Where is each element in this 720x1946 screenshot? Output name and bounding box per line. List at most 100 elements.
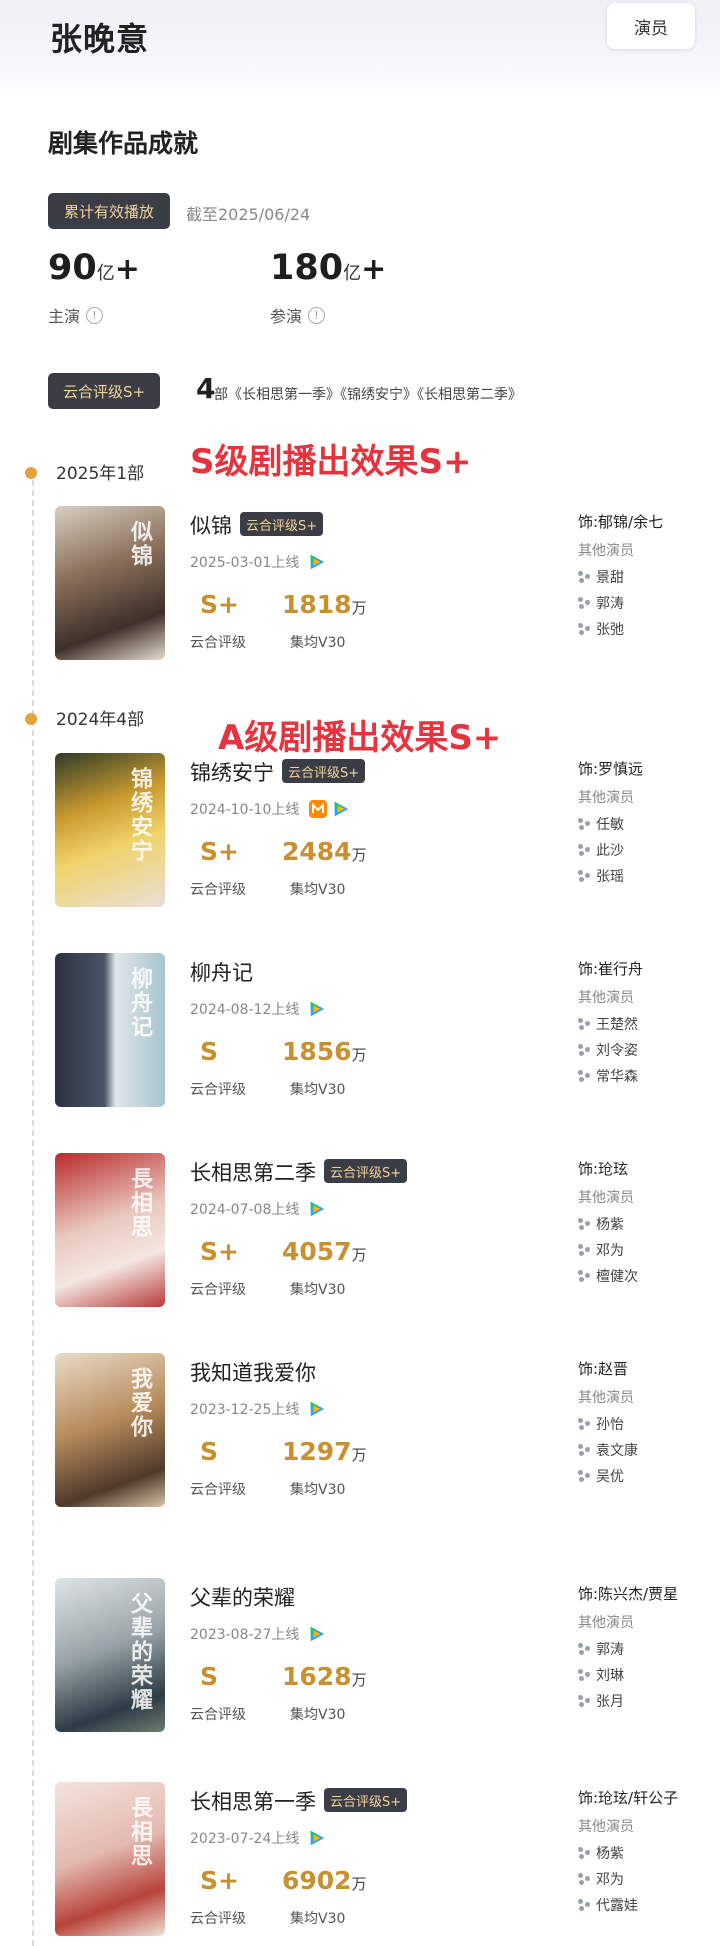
actor-link-icon [578, 1643, 590, 1655]
grade-label: 云合评级 [190, 1282, 246, 1298]
drama-card[interactable]: 父辈的荣耀 父辈的荣耀 2023-08-27上线 S 1628万 云合评级 集均V30 饰:陈… [0, 1578, 720, 1738]
release-date: 2023-07-24上线 [190, 1831, 300, 1847]
other-actor[interactable]: 孙怡 [578, 1414, 624, 1434]
other-actor[interactable]: 吴优 [578, 1466, 624, 1486]
other-actor[interactable]: 代露娃 [578, 1895, 638, 1915]
actor-name: 袁文康 [596, 1443, 638, 1459]
actor-link-icon [578, 623, 590, 635]
drama-card[interactable]: 锦绣安宁 锦绣安宁 云合评级S+ 2024-10-10上线 S+ 2484万 云合评级 集均V… [0, 753, 720, 913]
other-actor[interactable]: 檀健次 [578, 1266, 638, 1286]
avg-v30-value: 1628万 [282, 1662, 367, 1691]
grade-label: 云合评级 [190, 1707, 246, 1723]
drama-title[interactable]: 柳舟记 [190, 957, 253, 987]
other-actor[interactable]: 常华森 [578, 1066, 638, 1086]
tencent-icon[interactable] [308, 1200, 326, 1218]
tencent-icon[interactable] [332, 800, 350, 818]
rating-grade: S [200, 1662, 219, 1691]
avg-v30-number: 2484 [282, 837, 352, 866]
avg-v30-label: 集均V30 [290, 1482, 346, 1498]
drama-poster[interactable]: 似锦 [55, 506, 165, 660]
tencent-icon[interactable] [308, 1829, 326, 1847]
other-actor[interactable]: 邓为 [578, 1869, 624, 1889]
drama-title[interactable]: 似锦 [190, 510, 232, 540]
rating-count-unit: 部 [214, 387, 228, 403]
info-icon[interactable]: ! [308, 306, 326, 324]
actor-link-icon [578, 1044, 590, 1056]
info-icon[interactable]: ! [86, 306, 104, 324]
year-label-2024: 2024年4部 [56, 710, 145, 730]
drama-title[interactable]: 锦绣安宁 [190, 757, 274, 787]
other-actor[interactable]: 刘令姿 [578, 1040, 638, 1060]
actor-name: 张瑶 [596, 869, 624, 885]
other-actor[interactable]: 郭涛 [578, 593, 624, 613]
other-actor[interactable]: 张弛 [578, 619, 624, 639]
drama-card[interactable]: 似锦 似锦 云合评级S+ 2025-03-01上线 S+ 1818万 云合评级 集均V30 饰:… [0, 506, 720, 666]
other-actor[interactable]: 郭涛 [578, 1639, 624, 1659]
other-actor[interactable]: 袁文康 [578, 1440, 638, 1460]
other-actor[interactable]: 张瑶 [578, 866, 624, 886]
drama-title[interactable]: 我知道我爱你 [190, 1357, 316, 1387]
avg-v30-label: 集均V30 [290, 1911, 346, 1927]
drama-poster[interactable]: 柳舟记 [55, 953, 165, 1107]
other-actor[interactable]: 张月 [578, 1691, 624, 1711]
other-actor[interactable]: 杨紫 [578, 1843, 624, 1863]
drama-poster[interactable]: 長相思 [55, 1782, 165, 1936]
actor-link-icon [578, 1244, 590, 1256]
drama-poster[interactable]: 長相思 [55, 1153, 165, 1307]
mango-icon[interactable] [308, 799, 328, 819]
other-actor[interactable]: 刘琳 [578, 1665, 624, 1685]
avg-v30-value: 1297万 [282, 1437, 367, 1466]
avg-v30-unit: 万 [351, 1875, 367, 1893]
drama-title[interactable]: 长相思第一季 [190, 1786, 316, 1816]
lead-play-unit: 亿 [96, 263, 115, 284]
other-actor[interactable]: 此沙 [578, 840, 624, 860]
support-play-value: 180 [270, 248, 344, 288]
tencent-icon[interactable] [308, 1000, 326, 1018]
drama-title[interactable]: 父辈的荣耀 [190, 1582, 295, 1612]
rating-titles: 部《长相思第一季》《锦绣安宁》《长相思第二季》 [214, 384, 522, 404]
grade-label: 云合评级 [190, 1911, 246, 1927]
actor-link-icon [578, 1018, 590, 1030]
actor-link-icon [578, 1070, 590, 1082]
role-name: 饰:玱玹 [578, 1160, 629, 1178]
tencent-icon[interactable] [308, 1625, 326, 1643]
actor-link-icon [578, 1873, 590, 1885]
annotation-2025: S级剧播出效果S+ [190, 442, 472, 482]
lead-label-text: 主演 [48, 307, 81, 326]
drama-poster[interactable]: 父辈的荣耀 [55, 1578, 165, 1732]
section-title: 剧集作品成就 [48, 129, 199, 158]
drama-card[interactable]: 長相思 长相思第二季 云合评级S+ 2024-07-08上线 S+ 4057万 云合评级 集均… [0, 1153, 720, 1313]
support-play-label: 参演 ! [270, 303, 326, 327]
drama-card[interactable]: 長相思 长相思第一季 云合评级S+ 2023-07-24上线 S+ 6902万 云合评级 集均… [0, 1782, 720, 1942]
tencent-icon[interactable] [308, 553, 326, 571]
avg-v30-number: 6902 [282, 1866, 352, 1895]
other-actor[interactable]: 杨紫 [578, 1214, 624, 1234]
other-actor[interactable]: 王楚然 [578, 1014, 638, 1034]
year-dot [25, 467, 37, 479]
drama-title[interactable]: 长相思第二季 [190, 1157, 316, 1187]
actor-name: 王楚然 [596, 1017, 638, 1033]
poster-title-text: 我爱你 [127, 1367, 152, 1439]
avg-v30-unit: 万 [351, 1446, 367, 1464]
actor-name: 张月 [596, 1694, 624, 1710]
other-actor[interactable]: 景甜 [578, 567, 624, 587]
drama-card[interactable]: 我爱你 我知道我爱你 2023-12-25上线 S 1297万 云合评级 集均V30 饰:赵晋… [0, 1353, 720, 1513]
avg-v30-unit: 万 [351, 1671, 367, 1689]
actor-name: 郭涛 [596, 596, 624, 612]
other-actors-label: 其他演员 [578, 1190, 634, 1206]
grade-label: 云合评级 [190, 882, 246, 898]
drama-poster[interactable]: 我爱你 [55, 1353, 165, 1507]
poster-title-text: 柳舟记 [127, 967, 152, 1039]
avg-v30-label: 集均V30 [290, 882, 346, 898]
role-name: 饰:赵晋 [578, 1360, 629, 1378]
drama-card[interactable]: 柳舟记 柳舟记 2024-08-12上线 S 1856万 云合评级 集均V30 饰:崔行舟 其他… [0, 953, 720, 1113]
drama-poster[interactable]: 锦绣安宁 [55, 753, 165, 907]
avg-v30-unit: 万 [351, 846, 367, 864]
role-name: 饰:崔行舟 [578, 960, 644, 978]
tencent-icon[interactable] [308, 1400, 326, 1418]
other-actor[interactable]: 邓为 [578, 1240, 624, 1260]
role-button[interactable]: 演员 [607, 3, 695, 49]
other-actor[interactable]: 任敏 [578, 814, 624, 834]
rating-tag: 云合评级S+ [324, 1159, 408, 1183]
actor-name: 吴优 [596, 1469, 624, 1485]
